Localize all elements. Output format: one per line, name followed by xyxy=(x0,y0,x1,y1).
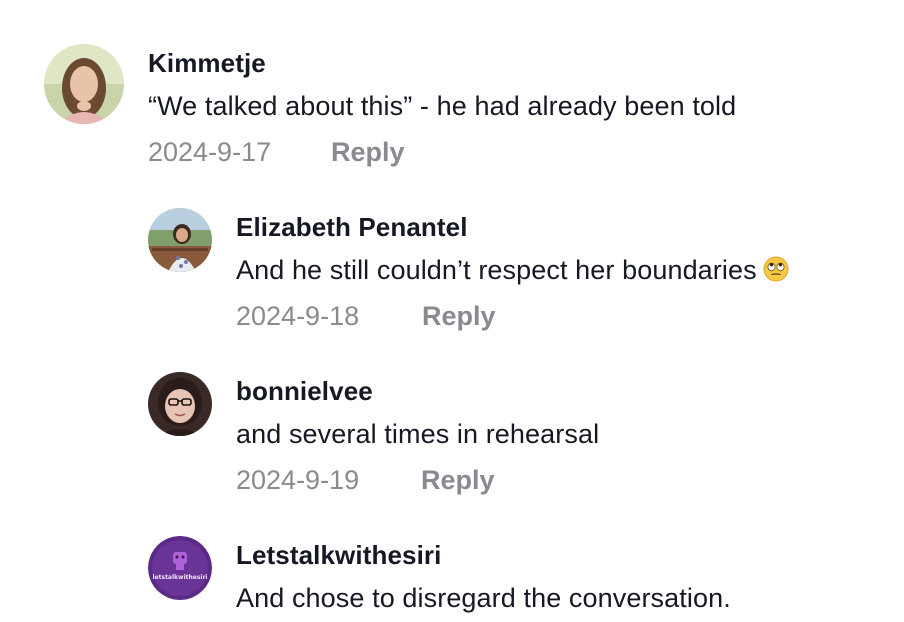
reply-button[interactable]: Reply xyxy=(422,301,496,332)
avatar[interactable]: letstalkwithesiri xyxy=(148,536,212,600)
user-avatar-icon xyxy=(148,372,212,436)
avatar[interactable] xyxy=(44,44,124,124)
comment-text: And he still couldn’t respect her bounda… xyxy=(236,255,789,289)
avatar-logo-text: letstalkwithesiri xyxy=(152,574,208,581)
username[interactable]: Letstalkwithesiri xyxy=(236,540,441,571)
reply-button[interactable]: Reply xyxy=(331,137,405,168)
comment-text: and several times in rehearsal xyxy=(236,419,600,449)
avatar[interactable] xyxy=(148,372,212,436)
comment-date: 2024-9-18 xyxy=(236,301,360,331)
user-avatar-icon xyxy=(148,208,212,272)
comment-date: 2024-9-19 xyxy=(236,465,360,495)
comment-date: 2024-9-17 xyxy=(148,137,272,167)
username[interactable]: Elizabeth Penantel xyxy=(236,212,468,243)
comment-text: “We talked about this” - he had already … xyxy=(148,91,737,121)
username[interactable]: Kimmetje xyxy=(148,48,266,79)
user-avatar-icon xyxy=(44,44,124,124)
comment-text-body: And he still couldn’t respect her bounda… xyxy=(236,255,757,285)
comment-text: And chose to disregard the conversation. xyxy=(236,583,731,613)
username[interactable]: bonnielvee xyxy=(236,376,373,407)
eye-roll-emoji-icon xyxy=(763,256,789,289)
avatar-logo xyxy=(148,536,212,600)
reply-button[interactable]: Reply xyxy=(421,465,495,496)
avatar[interactable] xyxy=(148,208,212,272)
